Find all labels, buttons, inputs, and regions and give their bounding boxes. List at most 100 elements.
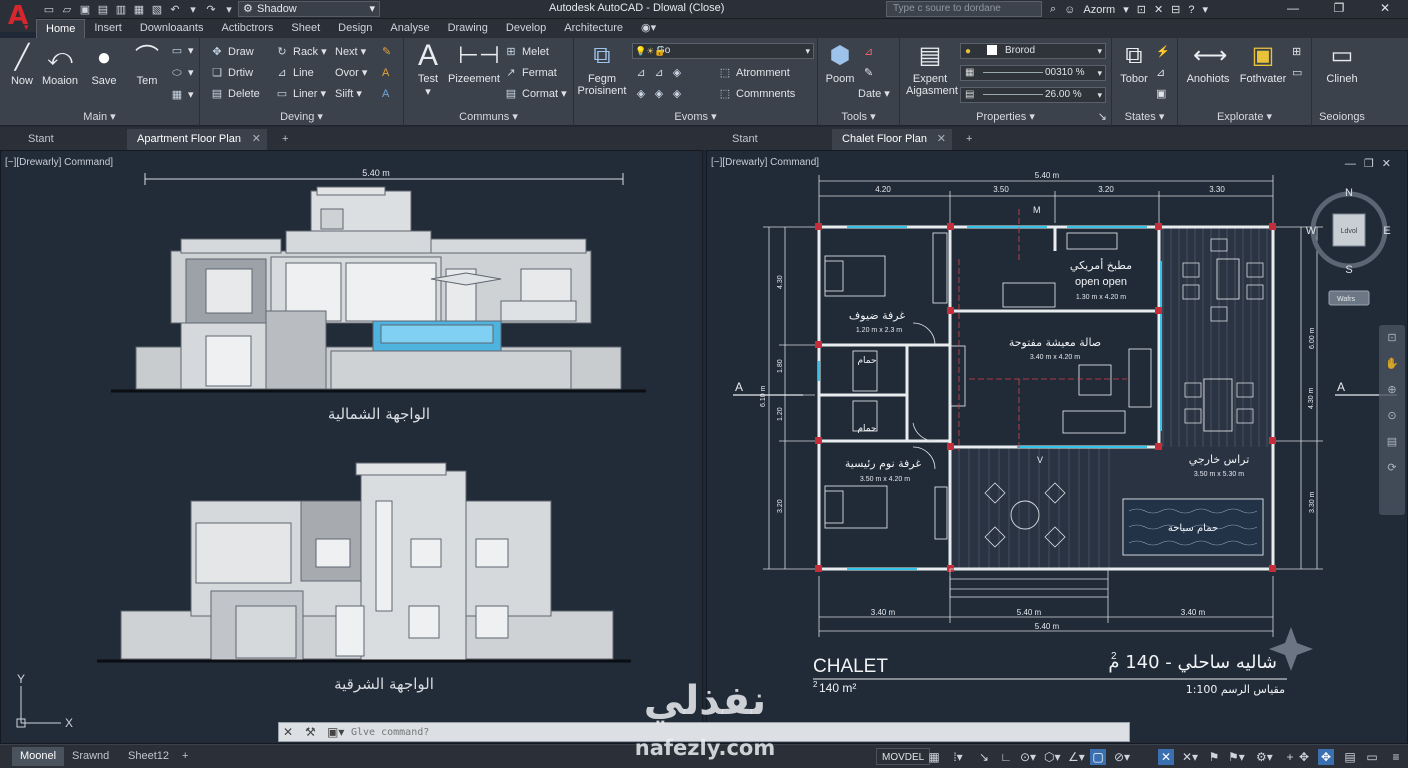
dialog-launcher-icon[interactable]: ↘ bbox=[1098, 110, 1107, 123]
wrench-icon[interactable]: ⚒ bbox=[305, 725, 321, 740]
save-as-icon[interactable]: ▤ bbox=[96, 3, 110, 17]
tab-analyse[interactable]: Analyse bbox=[381, 19, 438, 38]
line-button[interactable]: ⊿ Line bbox=[275, 64, 313, 82]
isodraft-icon[interactable]: ⬡▾ bbox=[1044, 749, 1061, 765]
tab-start-right[interactable]: Stant bbox=[722, 129, 822, 150]
text-style-icon[interactable]: A bbox=[382, 64, 389, 82]
group-edit-icon[interactable]: ⊿ bbox=[1156, 64, 1165, 82]
panel-main-title[interactable]: Main ▾ bbox=[0, 110, 199, 123]
rectangle-tool[interactable]: ▭ ▾ bbox=[170, 42, 194, 60]
annotation-scale-icon[interactable]: ⚑▾ bbox=[1228, 749, 1245, 765]
ungroup-icon[interactable]: ⚡ bbox=[1156, 43, 1170, 61]
left-viewport[interactable]: [−][Drewarly] Command] 5.40 m الواجهة ال… bbox=[0, 150, 703, 744]
model-space-toggle[interactable]: MOVDEL bbox=[876, 748, 931, 765]
close-icon[interactable]: ✕ bbox=[283, 725, 299, 740]
tab-insert[interactable]: Insert bbox=[85, 19, 131, 38]
cart-icon[interactable]: ⊡ bbox=[1137, 3, 1146, 16]
print-icon[interactable]: ▦ bbox=[132, 3, 146, 17]
layout-tab-model[interactable]: Moonel bbox=[12, 747, 65, 766]
panel-seoiongs-title[interactable]: Seoiongs bbox=[1312, 111, 1372, 123]
tab-actibctrors[interactable]: Actibctrors bbox=[212, 19, 282, 38]
tab-home[interactable]: Home bbox=[36, 19, 86, 38]
panel-tools-title[interactable]: Tools ▾ bbox=[818, 110, 899, 123]
tab-design[interactable]: Design bbox=[329, 19, 381, 38]
next-button[interactable]: Next ▾ bbox=[335, 43, 366, 61]
melet-button[interactable]: ⊞ Melet bbox=[504, 43, 549, 61]
close-tab-icon[interactable]: ✕ bbox=[937, 129, 946, 150]
snap-icon[interactable]: ⁞▾ bbox=[950, 749, 966, 765]
fegm-proisinent-button[interactable]: ⧉ Fegm Proisinent bbox=[574, 42, 630, 97]
panel-deving-title[interactable]: Deving ▾ bbox=[200, 110, 403, 123]
drtiw-button[interactable]: ❏ Drtiw bbox=[210, 64, 253, 82]
tab-architecture[interactable]: Architecture bbox=[555, 19, 632, 38]
tab-develop[interactable]: Develop bbox=[497, 19, 555, 38]
delete-button[interactable]: ▤ Delete bbox=[210, 85, 260, 103]
new-tab-left-button[interactable]: + bbox=[272, 129, 294, 150]
rack-button[interactable]: ↻ Rack ▾ bbox=[275, 43, 326, 61]
redo-dropdown-icon[interactable]: ▾ bbox=[222, 3, 236, 17]
group-select-icon[interactable]: ▣ bbox=[1156, 85, 1166, 103]
user-name[interactable]: Azorm bbox=[1083, 4, 1115, 16]
cormat-button[interactable]: ▤ Cormat ▾ bbox=[504, 85, 567, 103]
panel-explorate-title[interactable]: Explorate ▾ bbox=[1178, 110, 1311, 123]
ortho-icon[interactable]: ∟ bbox=[998, 749, 1014, 765]
tab-start-left[interactable]: Stant bbox=[18, 129, 118, 150]
tool-edit-icon[interactable]: ✎ bbox=[864, 64, 873, 82]
lineweight-combo[interactable]: ▤ 26.00 % ▾ bbox=[960, 87, 1106, 103]
customization-icon[interactable]: ≡ bbox=[1388, 749, 1404, 765]
command-prompt-icon[interactable]: ▣▾ bbox=[327, 725, 344, 740]
isolate-icon[interactable]: ▤ bbox=[1342, 749, 1358, 765]
workspace-switch-icon[interactable]: ⚙▾ bbox=[1256, 749, 1273, 765]
new-file-icon[interactable]: ▭ bbox=[42, 3, 56, 17]
workspace-dropdown[interactable]: ⚙ Shadow ▾ bbox=[238, 1, 380, 17]
add-layout-button[interactable]: + bbox=[174, 747, 196, 766]
liner-button[interactable]: ▭ Liner ▾ bbox=[275, 85, 326, 103]
undo-icon[interactable]: ↶ bbox=[168, 3, 182, 17]
commnents-button[interactable]: ⬚ Commnents bbox=[718, 85, 796, 103]
osnap-icon[interactable]: ▢ bbox=[1090, 749, 1106, 765]
annotation-visibility-icon[interactable]: ⚑ bbox=[1206, 749, 1222, 765]
tab-chalet-floor-plan[interactable]: Chalet Floor Plan ✕ bbox=[832, 129, 952, 150]
layer-combo[interactable]: 💡☀🔓 Go ▾ bbox=[632, 43, 814, 59]
chevron-down-icon[interactable]: ▾ bbox=[1123, 3, 1129, 16]
poom-button[interactable]: ⬢ Poom bbox=[818, 42, 862, 85]
mtext-icon[interactable]: A bbox=[382, 85, 389, 103]
lineweight-toggle-icon[interactable]: ⊘▾ bbox=[1114, 749, 1130, 765]
help-icon[interactable]: ? bbox=[1188, 4, 1194, 16]
gizmo-icon[interactable]: ✕▾ bbox=[1182, 749, 1198, 765]
tab-apartment-floor-plan[interactable]: Apartment Floor Plan ✕ bbox=[127, 129, 267, 150]
test-button[interactable]: A Test ▾ bbox=[406, 41, 450, 99]
autocad-logo[interactable]: A ▾ bbox=[0, 0, 36, 33]
binoculars-icon[interactable]: ⌕ bbox=[1050, 3, 1056, 16]
chevron-down-icon[interactable]: ▾ bbox=[1203, 3, 1209, 16]
navigation-bar[interactable]: ⊡ ✋ ⊕ ⊙ ▤ ⟳ bbox=[1379, 325, 1405, 515]
close-icon[interactable]: ✕ bbox=[1362, 0, 1408, 19]
open-folder-icon[interactable]: ▱ bbox=[60, 3, 74, 17]
tab-sheet[interactable]: Sheet bbox=[282, 19, 329, 38]
ovor-button[interactable]: Ovor ▾ bbox=[335, 64, 367, 82]
minimize-icon[interactable]: — bbox=[1270, 0, 1316, 19]
pizeement-button[interactable]: ⊢⊣ Pizeement bbox=[448, 42, 500, 85]
polar-icon[interactable]: ⊙▾ bbox=[1020, 749, 1036, 765]
object-track-icon[interactable]: ∠▾ bbox=[1068, 749, 1085, 765]
units-icon[interactable]: ✥ bbox=[1296, 749, 1312, 765]
fermat-button[interactable]: ↗ Fermat bbox=[504, 64, 556, 82]
layer-tools-row2[interactable]: ◈ ◈ ◈ bbox=[634, 85, 688, 103]
tab-drawing[interactable]: Drawing bbox=[439, 19, 497, 38]
tab-downloaants[interactable]: Downloaants bbox=[131, 19, 213, 38]
panel-properties-title[interactable]: Properties ▾ ↘ bbox=[900, 110, 1111, 123]
layer-tools-row1[interactable]: ⊿ ⊿ ◈ bbox=[634, 64, 688, 82]
copy-clip-icon[interactable]: ▭ bbox=[1292, 64, 1302, 82]
clean-screen-icon[interactable]: ▭ bbox=[1364, 749, 1380, 765]
expent-aigasment-button[interactable]: ▤ Expent Aigasment bbox=[906, 42, 958, 97]
date-button[interactable]: Date ▾ bbox=[858, 85, 890, 103]
undo-dropdown-icon[interactable]: ▾ bbox=[186, 3, 200, 17]
new-tab-right-button[interactable]: + bbox=[956, 129, 978, 150]
quick-properties-icon[interactable]: ✥ bbox=[1318, 749, 1334, 765]
save-button[interactable]: ● Save bbox=[82, 44, 126, 87]
panel-evoms-title[interactable]: Evoms ▾ bbox=[574, 110, 817, 123]
tobor-button[interactable]: ⧉ Tobor bbox=[1112, 42, 1156, 85]
grid-icon[interactable]: ▦ bbox=[926, 749, 942, 765]
tem-button[interactable]: ⌒ Tem bbox=[125, 44, 169, 87]
layout-tab-sheet12[interactable]: Sheet12 bbox=[120, 747, 177, 766]
